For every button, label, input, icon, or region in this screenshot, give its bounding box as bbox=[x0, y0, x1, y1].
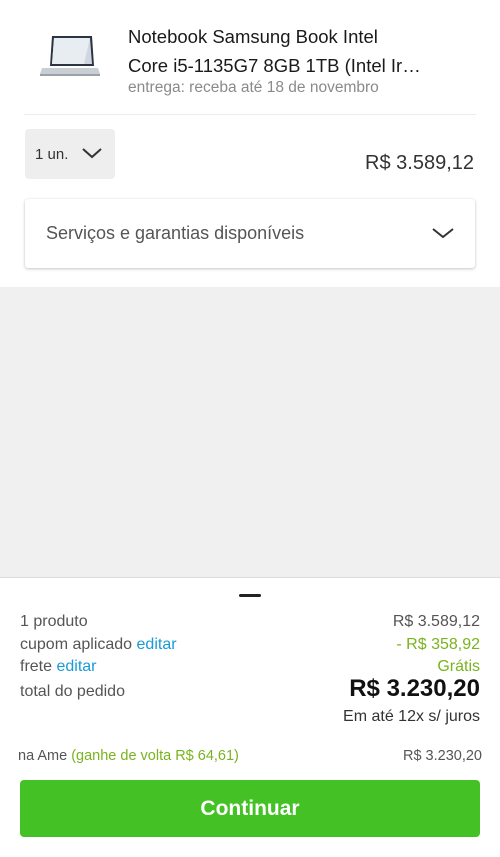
total-label: total do pedido bbox=[20, 683, 125, 700]
continue-button[interactable]: Continuar bbox=[20, 780, 480, 837]
coupon-discount: - R$ 358,92 bbox=[396, 636, 480, 653]
product-title-line-1: Notebook Samsung Book Intel bbox=[128, 26, 378, 47]
services-warranty-dropdown[interactable]: Serviços e garantias disponíveis bbox=[25, 199, 475, 268]
installments-info: Em até 12x s/ juros bbox=[343, 708, 480, 725]
order-summary-sheet: 1 produto R$ 3.589,12 cupom aplicado edi… bbox=[0, 577, 500, 857]
ame-price: R$ 3.230,20 bbox=[402, 748, 482, 764]
item-price: R$ 3.589,12 bbox=[365, 152, 474, 174]
product-title[interactable]: Notebook Samsung Book Intel Core i5-1135… bbox=[128, 22, 468, 80]
cart-item-card: Notebook Samsung Book Intel Core i5-1135… bbox=[0, 0, 500, 287]
ame-cashback: (ganhe de volta R$ 64,61) bbox=[71, 748, 239, 764]
products-subtotal: R$ 3.589,12 bbox=[392, 613, 480, 630]
edit-shipping-link[interactable]: editar bbox=[56, 658, 96, 675]
shipping-row: frete editar bbox=[20, 658, 97, 676]
services-label: Serviços e garantias disponíveis bbox=[46, 223, 305, 243]
quantity-select[interactable]: 1 un. bbox=[25, 129, 115, 179]
shipping-label: frete bbox=[20, 658, 53, 675]
chevron-down-icon bbox=[432, 228, 454, 239]
delivery-estimate: entrega: receba até 18 de novembro bbox=[128, 79, 379, 96]
quantity-value: 1 un. bbox=[35, 145, 69, 163]
shipping-value: Grátis bbox=[437, 658, 480, 675]
order-total: R$ 3.230,20 bbox=[349, 675, 480, 702]
product-image[interactable] bbox=[38, 30, 100, 82]
edit-coupon-link[interactable]: editar bbox=[137, 636, 177, 653]
divider bbox=[24, 114, 476, 115]
coupon-row: cupom aplicado editar bbox=[20, 636, 177, 654]
coupon-label: cupom aplicado bbox=[20, 636, 133, 653]
ame-label: na Ame bbox=[18, 748, 68, 764]
drag-handle-icon[interactable] bbox=[239, 594, 261, 597]
products-count-label: 1 produto bbox=[20, 613, 88, 630]
chevron-down-icon bbox=[82, 148, 102, 159]
product-title-line-2: Core i5-1135G7 8GB 1TB (Intel Ir… bbox=[128, 55, 421, 76]
ame-payment-row: na Ame (ganhe de volta R$ 64,61) bbox=[18, 748, 239, 764]
